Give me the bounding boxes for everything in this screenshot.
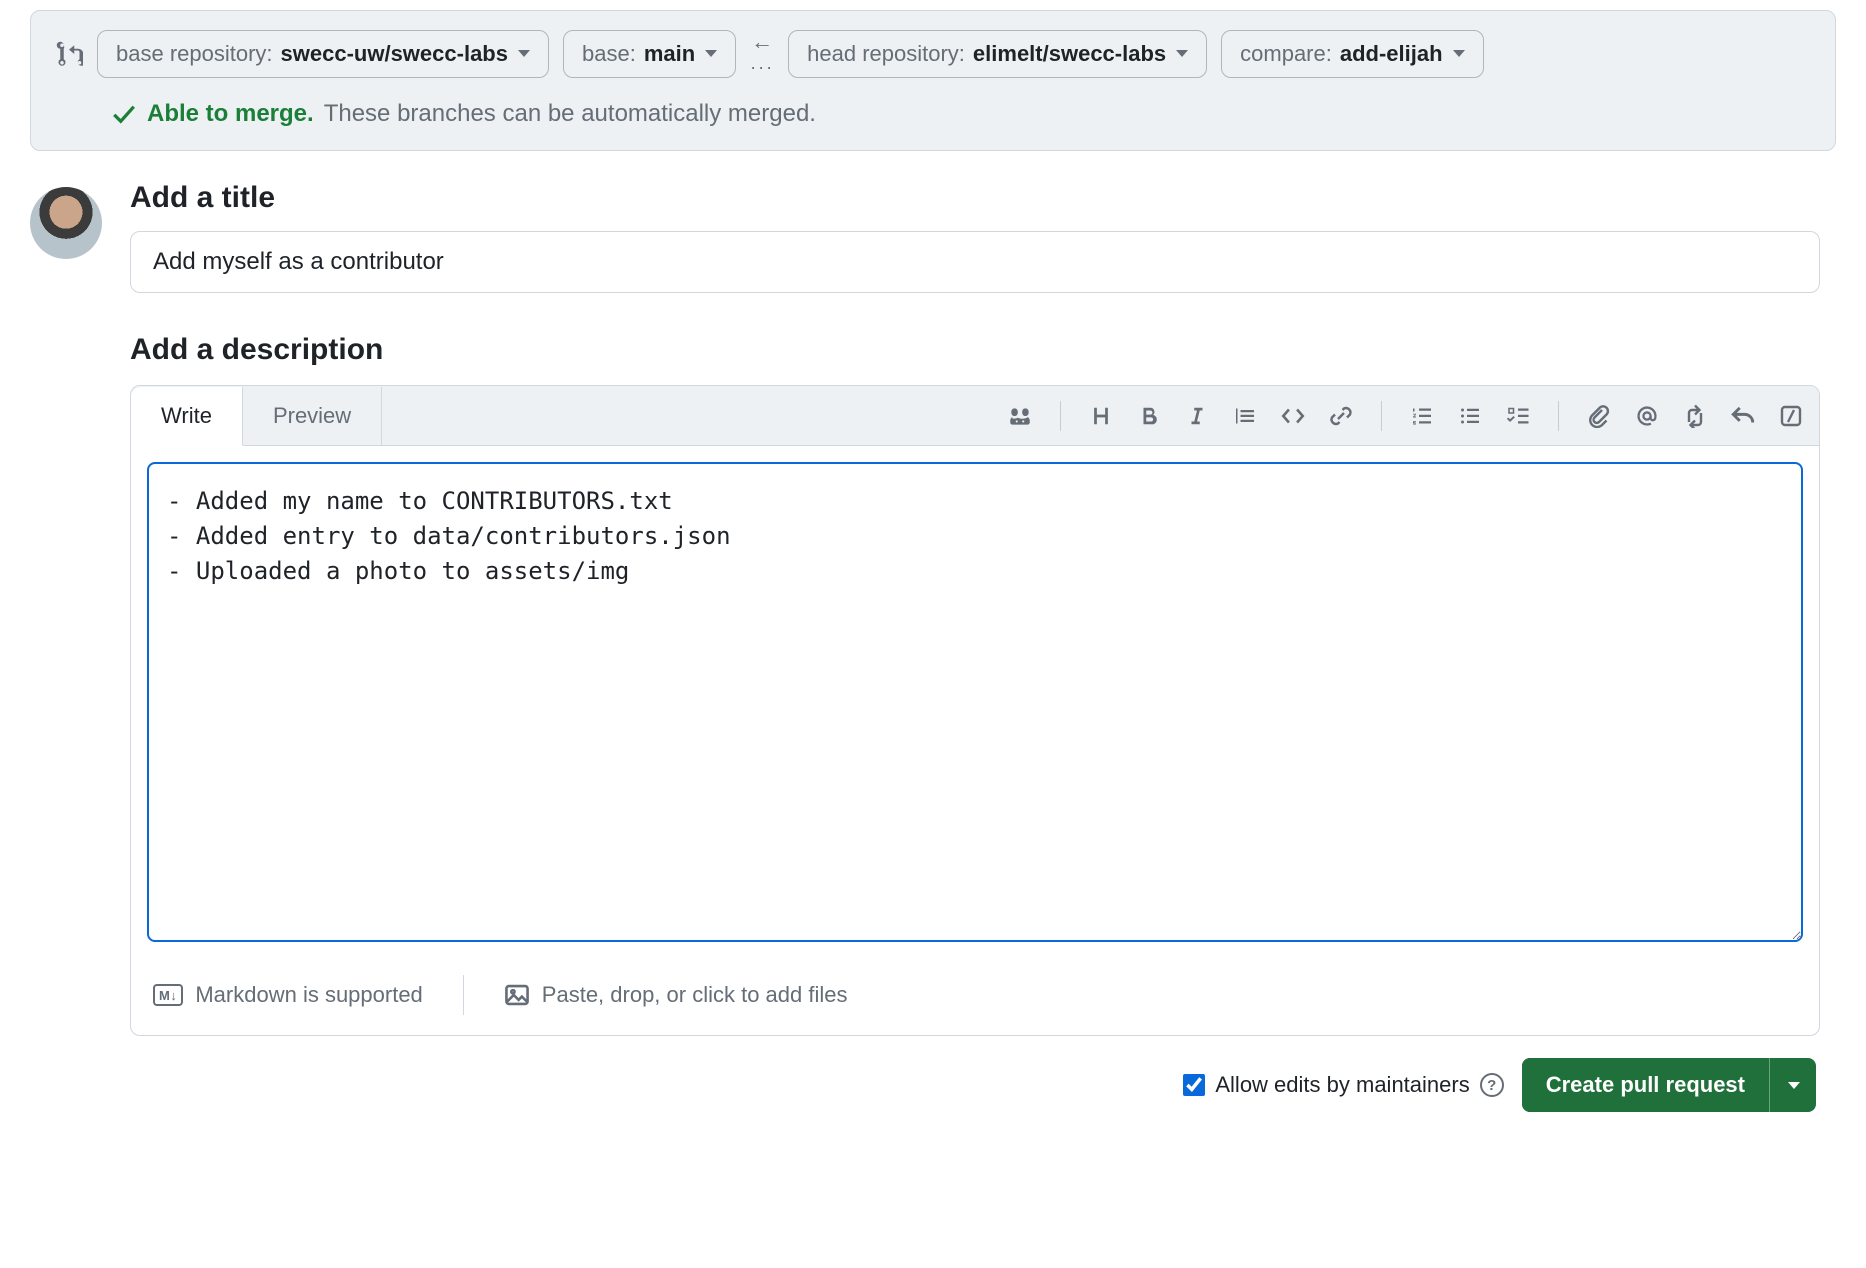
check-icon	[111, 101, 137, 127]
separator	[1558, 401, 1559, 431]
markdown-icon: M↓	[153, 984, 183, 1006]
chevron-down-icon	[1788, 1082, 1800, 1089]
pr-description-textarea[interactable]	[147, 462, 1803, 942]
image-icon	[504, 982, 530, 1008]
allow-edits-label: Allow edits by maintainers	[1215, 1072, 1469, 1098]
separator	[1381, 401, 1382, 431]
chevron-down-icon	[1453, 50, 1465, 57]
formatting-toolbar	[1006, 401, 1805, 431]
base-branch-picker[interactable]: base: main	[563, 30, 736, 78]
head-repo-picker[interactable]: head repository: elimelt/swecc-labs	[788, 30, 1207, 78]
allow-edits-option[interactable]: Allow edits by maintainers ?	[1183, 1072, 1503, 1098]
code-icon[interactable]	[1279, 402, 1307, 430]
markdown-supported-link[interactable]: M↓ Markdown is supported	[153, 982, 423, 1008]
chevron-down-icon	[705, 50, 717, 57]
head-repo-label: head repository:	[807, 41, 965, 67]
attach-files-label: Paste, drop, or click to add files	[542, 982, 848, 1008]
cross-reference-icon[interactable]	[1681, 402, 1709, 430]
avatar	[30, 187, 102, 259]
copilot-icon[interactable]	[1006, 402, 1034, 430]
ordered-list-icon[interactable]	[1408, 402, 1436, 430]
chevron-down-icon	[518, 50, 530, 57]
create-pr-button[interactable]: Create pull request	[1522, 1058, 1769, 1112]
link-icon[interactable]	[1327, 402, 1355, 430]
separator	[463, 975, 464, 1015]
reply-icon[interactable]	[1729, 402, 1757, 430]
merge-status-title: Able to merge.	[147, 100, 314, 128]
compare-branches-panel: base repository: swecc-uw/swecc-labs bas…	[30, 10, 1836, 151]
slash-commands-icon[interactable]	[1777, 402, 1805, 430]
unordered-list-icon[interactable]	[1456, 402, 1484, 430]
pr-title-input[interactable]	[130, 231, 1820, 293]
tab-preview[interactable]: Preview	[243, 387, 382, 445]
comment-box: Write Preview	[130, 385, 1820, 1036]
italic-icon[interactable]	[1183, 402, 1211, 430]
merge-status-detail: These branches can be automatically merg…	[324, 100, 816, 128]
compare-direction-icon: ← ···	[750, 29, 774, 78]
compare-branch-label: compare:	[1240, 41, 1332, 67]
title-heading: Add a title	[130, 181, 1820, 215]
head-repo-value: elimelt/swecc-labs	[973, 41, 1166, 67]
quote-icon[interactable]	[1231, 402, 1259, 430]
bold-icon[interactable]	[1135, 402, 1163, 430]
chevron-down-icon	[1176, 50, 1188, 57]
allow-edits-checkbox[interactable]	[1183, 1074, 1205, 1096]
tab-write[interactable]: Write	[131, 387, 243, 446]
create-pr-button-group: Create pull request	[1522, 1058, 1816, 1112]
git-compare-icon	[55, 40, 83, 68]
help-icon[interactable]: ?	[1480, 1073, 1504, 1097]
separator	[1060, 401, 1061, 431]
mention-icon[interactable]	[1633, 402, 1661, 430]
merge-status: Able to merge. These branches can be aut…	[111, 100, 1811, 128]
markdown-supported-label: Markdown is supported	[195, 982, 422, 1008]
base-repo-picker[interactable]: base repository: swecc-uw/swecc-labs	[97, 30, 549, 78]
description-heading: Add a description	[130, 333, 1820, 367]
task-list-icon[interactable]	[1504, 402, 1532, 430]
attach-icon[interactable]	[1585, 402, 1613, 430]
heading-icon[interactable]	[1087, 402, 1115, 430]
base-repo-label: base repository:	[116, 41, 273, 67]
base-repo-value: swecc-uw/swecc-labs	[281, 41, 508, 67]
base-branch-label: base:	[582, 41, 636, 67]
create-pr-dropdown[interactable]	[1769, 1058, 1816, 1112]
compare-branch-picker[interactable]: compare: add-elijah	[1221, 30, 1483, 78]
compare-branch-value: add-elijah	[1340, 41, 1443, 67]
base-branch-value: main	[644, 41, 695, 67]
attach-files-link[interactable]: Paste, drop, or click to add files	[504, 982, 848, 1008]
